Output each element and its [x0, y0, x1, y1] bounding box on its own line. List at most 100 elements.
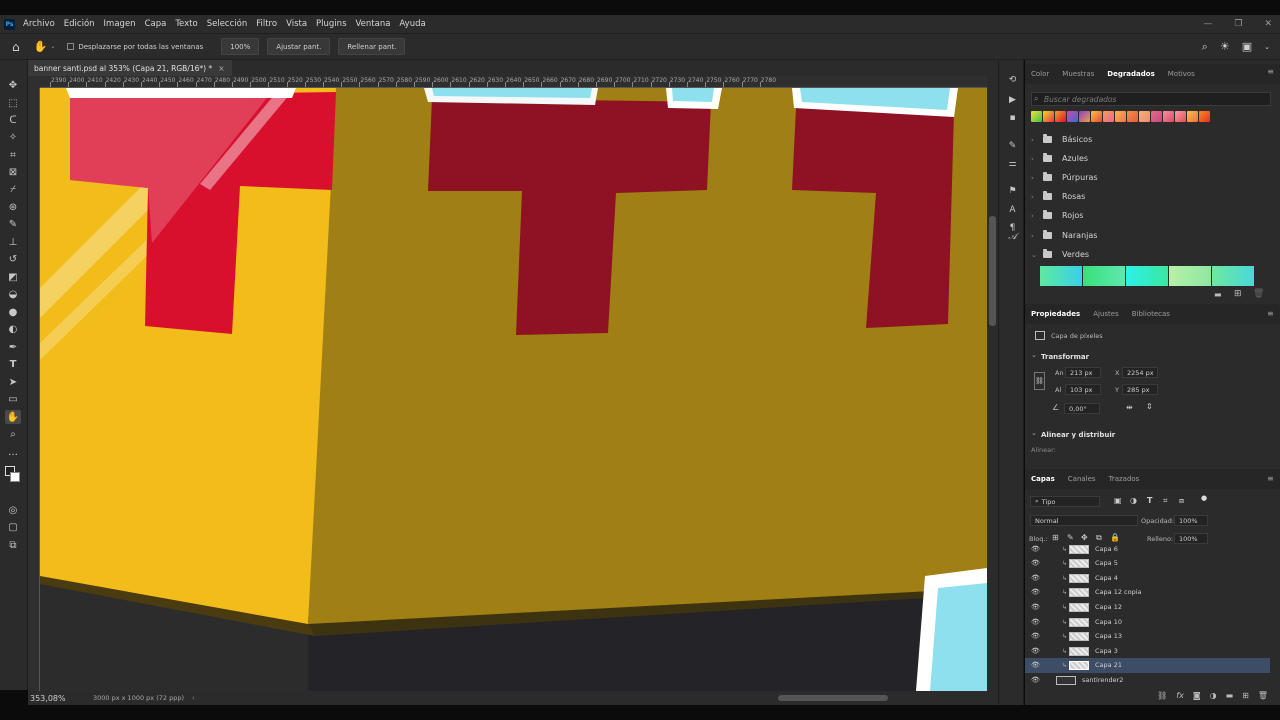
- gradient-swatch[interactable]: [1126, 266, 1168, 286]
- eye-icon[interactable]: 👁: [1031, 632, 1040, 640]
- menu-imagen[interactable]: Imagen: [104, 19, 136, 29]
- color-swatches-icon[interactable]: [5, 462, 21, 490]
- tab-bibliotecas[interactable]: Bibliotecas: [1132, 310, 1170, 318]
- comments-icon[interactable]: ▪: [1006, 112, 1019, 124]
- gradient-swatch[interactable]: [1079, 111, 1090, 122]
- tab-color[interactable]: Color: [1031, 70, 1049, 78]
- menu-edicion[interactable]: Edición: [64, 19, 95, 29]
- angle-field[interactable]: 0,00°: [1064, 403, 1100, 414]
- gradient-folder-naranjas[interactable]: › Naranjas: [1031, 226, 1261, 245]
- lock-transparent-icon[interactable]: ⊞: [1052, 533, 1059, 542]
- filter-adjustment-icon[interactable]: ◑: [1130, 496, 1137, 505]
- zoom-tool-icon[interactable]: ⌕: [5, 427, 21, 441]
- quick-mask-icon[interactable]: ◎: [5, 503, 21, 517]
- edit-toolbar-icon[interactable]: ⧉: [5, 538, 21, 552]
- menu-ventana[interactable]: Ventana: [356, 19, 391, 29]
- gradient-swatch[interactable]: [1040, 266, 1082, 286]
- gradient-swatch[interactable]: [1187, 111, 1198, 122]
- filter-shape-icon[interactable]: ⌗: [1163, 496, 1168, 506]
- fill-field[interactable]: 100%: [1174, 533, 1208, 544]
- character-icon[interactable]: A: [1006, 204, 1019, 216]
- type-tool-icon[interactable]: T: [5, 357, 21, 371]
- ruler-corner[interactable]: [28, 76, 40, 88]
- tab-trazados[interactable]: Trazados: [1109, 475, 1140, 483]
- layer-row[interactable]: 👁 santirender2: [1025, 673, 1270, 685]
- tab-canales[interactable]: Canales: [1068, 475, 1096, 483]
- libraries-icon[interactable]: ⚑: [1006, 185, 1019, 197]
- filter-smart-object-icon[interactable]: ⧈: [1179, 496, 1184, 506]
- flip-horizontal-icon[interactable]: ⇹: [1126, 403, 1133, 412]
- flip-vertical-icon[interactable]: ⇕: [1146, 402, 1153, 411]
- tab-motivos[interactable]: Motivos: [1168, 70, 1195, 78]
- vertical-ruler[interactable]: [28, 88, 40, 691]
- eye-icon[interactable]: 👁: [1031, 559, 1040, 567]
- gradient-folder-purpuras[interactable]: › Púrpuras: [1031, 168, 1261, 187]
- eye-icon[interactable]: 👁: [1031, 618, 1040, 626]
- home-icon[interactable]: ⌂: [12, 40, 20, 54]
- gradient-folder-verdes[interactable]: ⌄ Verdes: [1031, 245, 1261, 264]
- layer-row[interactable]: 👁 ↳ Capa 5: [1025, 556, 1270, 571]
- eyedropper-tool-icon[interactable]: ⌿: [5, 182, 21, 196]
- gradient-swatch[interactable]: [1151, 111, 1162, 122]
- magic-wand-tool-icon[interactable]: ✧: [5, 130, 21, 144]
- glyphs-icon[interactable]: 𝒜: [1006, 231, 1019, 243]
- eye-icon[interactable]: 👁: [1031, 661, 1040, 669]
- gradient-swatch[interactable]: [1067, 111, 1078, 122]
- gradient-folder-basicos[interactable]: › Básicos: [1031, 130, 1261, 149]
- restore-button[interactable]: ❐: [1234, 19, 1242, 29]
- eye-icon[interactable]: 👁: [1031, 676, 1040, 684]
- lasso-tool-icon[interactable]: ᑕ: [5, 113, 21, 127]
- gradient-swatch[interactable]: [1115, 111, 1126, 122]
- new-adjustment-icon[interactable]: ◑: [1210, 691, 1217, 700]
- chevron-down-icon[interactable]: ⌄: [1031, 351, 1037, 359]
- gradient-search-input[interactable]: Buscar degradados: [1031, 92, 1271, 106]
- actions-play-icon[interactable]: ▶: [1006, 94, 1019, 106]
- vertical-scrollbar[interactable]: [987, 76, 998, 691]
- more-tools-icon[interactable]: …: [5, 445, 21, 459]
- add-mask-icon[interactable]: ◙: [1193, 691, 1201, 700]
- eye-icon[interactable]: 👁: [1031, 647, 1040, 655]
- filter-toggle-icon[interactable]: ●: [1201, 494, 1207, 502]
- healing-brush-icon[interactable]: ⊛: [5, 200, 21, 214]
- gradient-swatch[interactable]: [1139, 111, 1150, 122]
- menu-vista[interactable]: Vista: [286, 19, 307, 29]
- zoom-level[interactable]: 353,08%: [30, 694, 80, 703]
- delete-icon[interactable]: 🗑: [1253, 289, 1264, 299]
- opacity-field[interactable]: 100%: [1174, 515, 1208, 526]
- gradient-swatch[interactable]: [1083, 266, 1125, 286]
- new-group-folder-icon[interactable]: ▬: [1214, 290, 1222, 299]
- new-layer-icon[interactable]: ⊞: [1242, 691, 1249, 700]
- width-field[interactable]: 213 px: [1065, 367, 1101, 378]
- brush-tool-icon[interactable]: ✎: [5, 217, 21, 231]
- layer-row[interactable]: 👁 ↳ Capa 3: [1025, 644, 1270, 659]
- minimize-button[interactable]: —: [1203, 19, 1212, 29]
- filter-type-icon[interactable]: T: [1147, 496, 1152, 505]
- close-window-button[interactable]: ✕: [1264, 19, 1272, 29]
- hand-tool-icon[interactable]: ✋: [34, 40, 48, 53]
- gradient-folder-rojos[interactable]: › Rojos: [1031, 206, 1261, 225]
- panel-menu-icon[interactable]: ≡: [1267, 309, 1274, 318]
- eye-icon[interactable]: 👁: [1031, 588, 1040, 596]
- gradient-swatch[interactable]: [1175, 111, 1186, 122]
- gradient-swatch[interactable]: [1199, 111, 1210, 122]
- layer-row[interactable]: 👁 ↳ Capa 6: [1025, 545, 1270, 557]
- layer-style-fx-icon[interactable]: fx: [1176, 691, 1184, 700]
- hand-tool-icon[interactable]: ✋: [5, 410, 21, 424]
- layer-row[interactable]: 👁 ↳ Capa 12: [1025, 600, 1270, 615]
- layer-row[interactable]: 👁 ↳ Capa 13: [1025, 629, 1270, 644]
- document-canvas[interactable]: [40, 88, 987, 691]
- chevron-down-icon[interactable]: ⌄: [1264, 43, 1270, 51]
- tab-propiedades[interactable]: Propiedades: [1031, 310, 1080, 318]
- height-field[interactable]: 103 px: [1065, 384, 1101, 395]
- filter-pixel-icon[interactable]: ▣: [1114, 496, 1122, 505]
- eye-icon[interactable]: 👁: [1031, 545, 1040, 553]
- menu-archivo[interactable]: Archivo: [23, 19, 55, 29]
- gradient-swatch[interactable]: [1091, 111, 1102, 122]
- gradient-swatch[interactable]: [1163, 111, 1174, 122]
- eye-icon[interactable]: 👁: [1031, 603, 1040, 611]
- gradient-swatch[interactable]: [1212, 266, 1254, 286]
- panel-menu-icon[interactable]: ≡: [1267, 67, 1274, 76]
- gradient-swatch[interactable]: [1127, 111, 1138, 122]
- gradient-swatch[interactable]: [1043, 111, 1054, 122]
- workspace-icon[interactable]: ▣: [1242, 40, 1252, 53]
